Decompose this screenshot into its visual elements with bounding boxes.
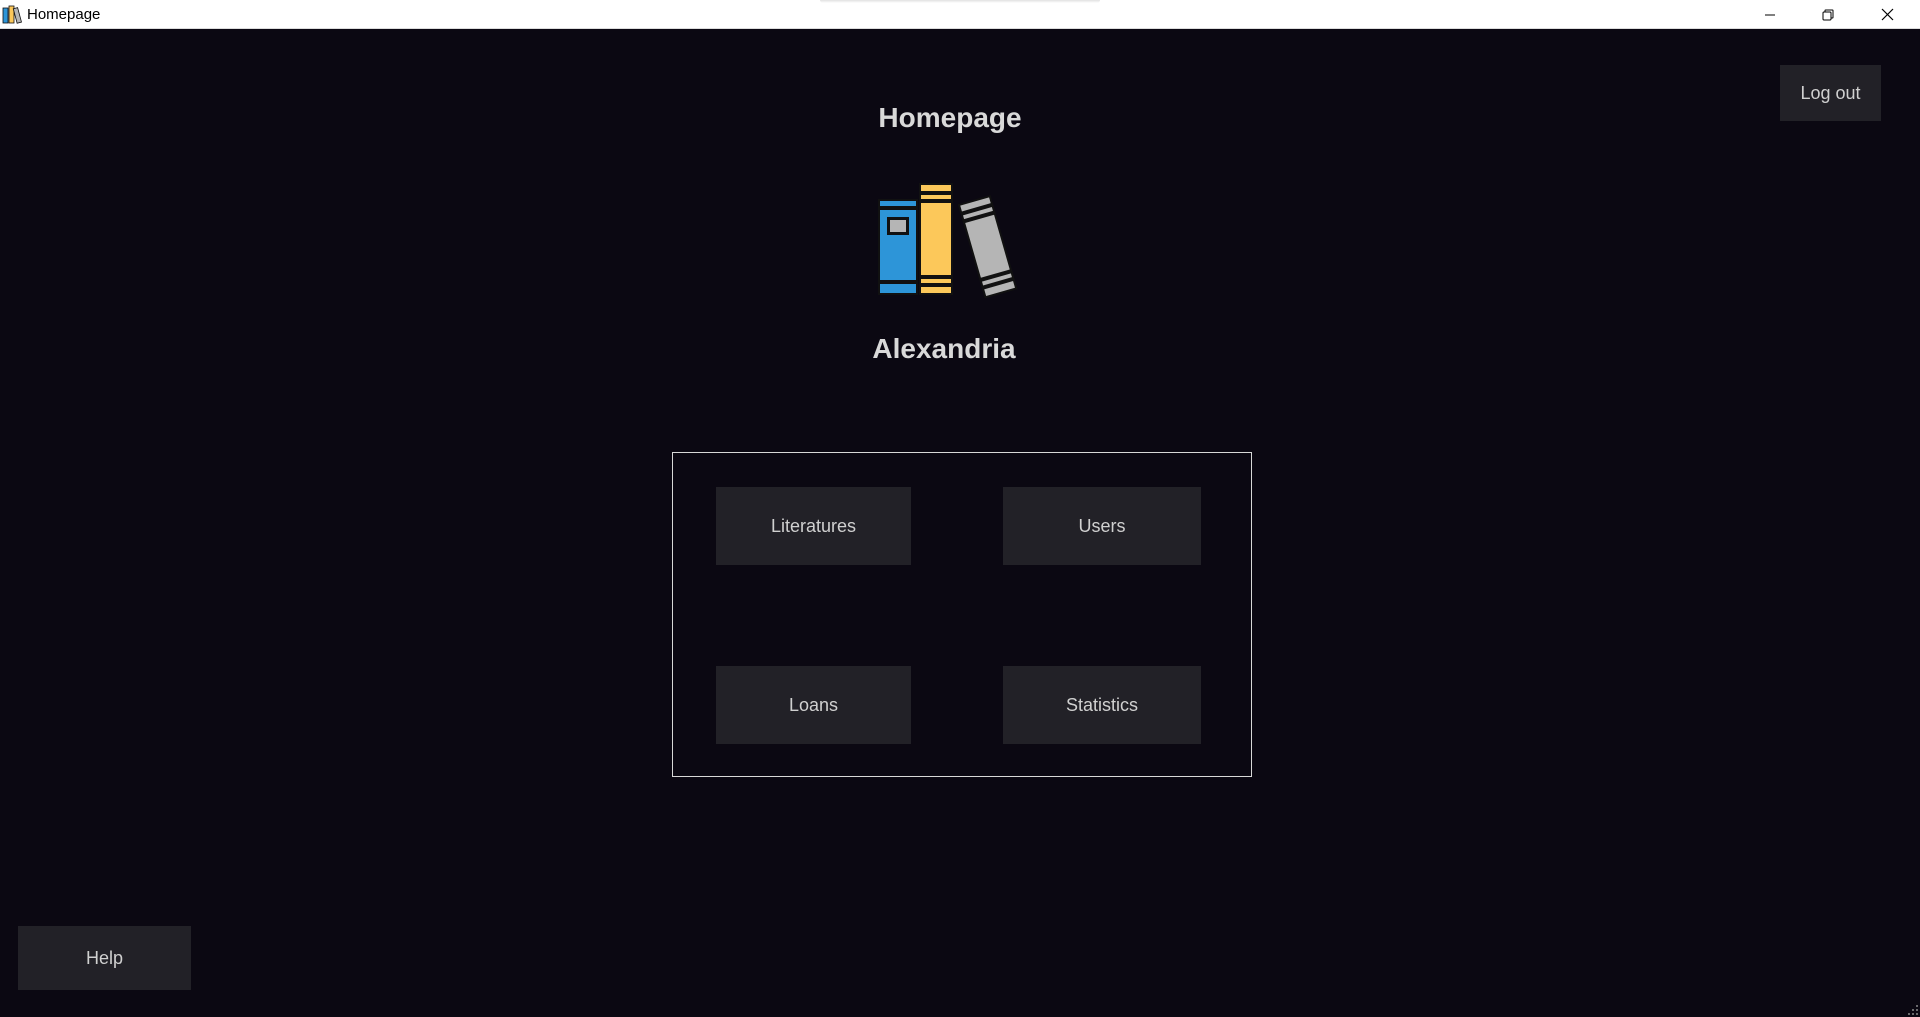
close-icon xyxy=(1881,8,1893,21)
titlebar-shadow xyxy=(820,0,1100,3)
users-button[interactable]: Users xyxy=(1003,487,1201,565)
loans-button[interactable]: Loans xyxy=(716,666,911,744)
window-title: Homepage xyxy=(27,6,101,23)
logout-button[interactable]: Log out xyxy=(1780,65,1881,121)
minimize-icon xyxy=(1765,14,1775,15)
statistics-button[interactable]: Statistics xyxy=(1003,666,1201,744)
books-icon xyxy=(878,183,1018,298)
literatures-button[interactable]: Literatures xyxy=(716,487,911,565)
page-title: Homepage xyxy=(878,102,1022,133)
app-name: Alexandria xyxy=(872,333,1016,364)
app-books-icon xyxy=(2,5,22,24)
help-button[interactable]: Help xyxy=(18,926,191,990)
resize-grip-icon[interactable] xyxy=(1906,1003,1920,1017)
restore-button[interactable] xyxy=(1799,0,1857,29)
window-titlebar[interactable]: Homepage xyxy=(0,0,1920,29)
minimize-button[interactable] xyxy=(1741,0,1799,29)
restore-icon xyxy=(1822,9,1834,20)
close-button[interactable] xyxy=(1858,0,1916,29)
